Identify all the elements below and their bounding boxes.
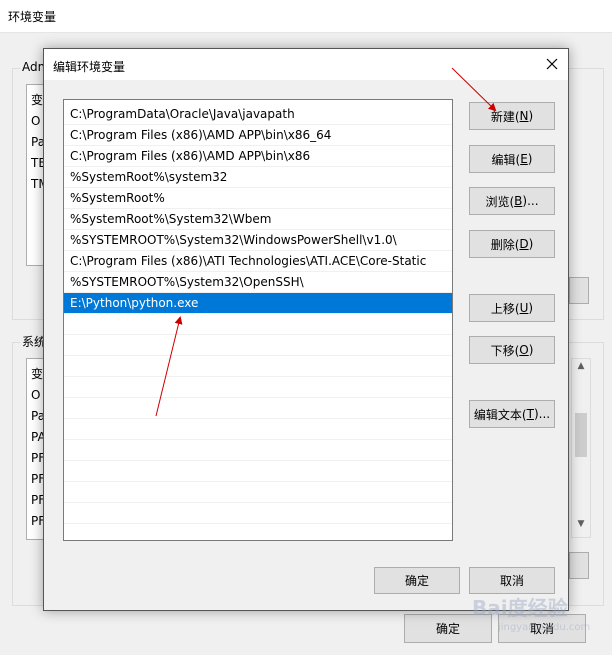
watermark-subtext: jingyan.baidu.com: [498, 622, 591, 633]
baidu-watermark: Bai度经验 jingyan.baidu.com: [462, 584, 602, 644]
arrow-to-new-button: [451, 67, 497, 112]
watermark-text: Bai度经验: [472, 596, 568, 620]
arrow-to-python-path: [155, 316, 183, 417]
annotation-arrows: [155, 67, 497, 417]
